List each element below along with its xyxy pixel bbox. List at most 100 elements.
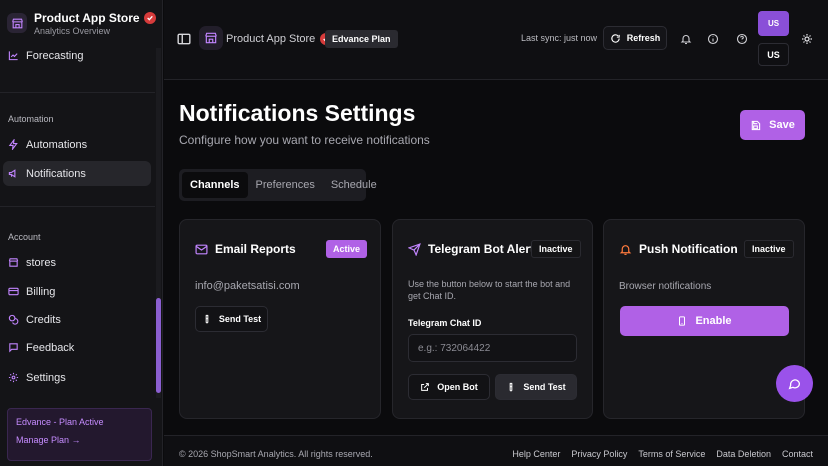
main-content: Notifications Settings Configure how you…	[164, 81, 828, 466]
chat-id-input[interactable]: e.g.: 732064422	[408, 334, 577, 362]
plan-status-box: Edvance - Plan Active Manage Plan →	[7, 408, 152, 461]
sidebar-item-label: Settings	[26, 371, 66, 384]
footer-link-privacy-policy[interactable]: Privacy Policy	[571, 449, 627, 459]
store-icon	[8, 257, 19, 268]
refresh-button[interactable]: Refresh	[603, 26, 667, 50]
sidebar-item-stores[interactable]: stores	[3, 250, 151, 275]
refresh-icon	[610, 33, 621, 44]
sidebar-item-label: Notifications	[26, 167, 86, 180]
card-header: Push Notification	[619, 242, 738, 256]
page-subtitle: Configure how you want to receive notifi…	[179, 133, 430, 147]
chat-support-button[interactable]	[776, 365, 813, 402]
status-badge: Inactive	[744, 240, 794, 258]
sidebar-scrollbar[interactable]	[156, 48, 161, 398]
sidebar-divider	[0, 92, 155, 93]
sidebar-item-label: stores	[26, 256, 56, 269]
footer-link-data-deletion[interactable]: Data Deletion	[716, 449, 771, 459]
push-notification-card: Push Notification Inactive Browser notif…	[603, 219, 805, 419]
copyright-text: © 2026 ShopSmart Analytics. All rights r…	[179, 449, 373, 459]
info-icon[interactable]	[706, 32, 719, 45]
sidebar-brand[interactable]: Product App Store Analytics Overview	[0, 0, 163, 46]
gear-icon	[8, 372, 19, 383]
credit-card-icon	[8, 286, 19, 297]
telegram-send-test-button[interactable]: Send Test	[495, 374, 577, 400]
open-bot-button[interactable]: Open Bot	[408, 374, 490, 400]
sidebar-item-settings[interactable]: Settings	[3, 365, 151, 390]
last-sync-status: Last sync: just now	[521, 33, 598, 43]
sidebar-divider	[0, 206, 155, 207]
card-title: Email Reports	[215, 242, 296, 256]
telegram-alerts-card: Telegram Bot Alerts Inactive Use the but…	[392, 219, 593, 419]
section-label-account: Account	[8, 232, 41, 242]
brand-name: Product App Store	[34, 10, 140, 25]
app-root: Product App Store Analytics Overview For…	[0, 0, 828, 466]
sidebar-item-forecasting[interactable]: Forecasting	[3, 43, 151, 68]
sidebar-toggle-icon[interactable]	[177, 33, 191, 45]
telegram-description: Use the button below to start the bot an…	[408, 279, 571, 301]
section-label-automation: Automation	[8, 114, 54, 124]
verified-icon	[143, 11, 156, 24]
send-icon	[408, 242, 421, 256]
tab-schedule[interactable]: Schedule	[323, 172, 385, 198]
sun-icon[interactable]	[800, 32, 813, 45]
test-tube-icon	[202, 314, 212, 325]
language-selector[interactable]: US	[758, 43, 789, 66]
send-test-label: Send Test	[523, 382, 566, 392]
lightning-icon	[8, 139, 19, 150]
sidebar-item-label: Billing	[26, 285, 56, 298]
bell-icon[interactable]	[679, 32, 692, 45]
sidebar: Product App Store Analytics Overview For…	[0, 0, 163, 466]
send-test-label: Send Test	[218, 314, 262, 324]
sidebar-item-label: Automations	[26, 138, 88, 151]
plan-badge: Edvance Plan	[325, 30, 398, 48]
help-icon[interactable]	[735, 32, 748, 45]
mail-icon	[195, 243, 208, 256]
chat-bubble-icon	[788, 377, 801, 390]
email-send-test-button[interactable]: Send Test	[195, 306, 268, 332]
sidebar-item-notifications[interactable]: Notifications	[3, 161, 151, 186]
megaphone-icon	[8, 168, 19, 179]
footer-links: Help Center Privacy Policy Terms of Serv…	[512, 449, 813, 459]
open-bot-label: Open Bot	[437, 382, 478, 392]
tab-preferences[interactable]: Preferences	[248, 172, 323, 198]
topbar: Product App Store Edvance Plan Last sync…	[164, 0, 828, 80]
message-square-icon	[8, 342, 19, 353]
sidebar-item-automations[interactable]: Automations	[3, 132, 151, 157]
smartphone-icon	[677, 315, 687, 327]
enable-label: Enable	[695, 315, 732, 327]
footer-link-terms[interactable]: Terms of Service	[638, 449, 705, 459]
external-link-icon	[420, 382, 430, 392]
refresh-label: Refresh	[626, 33, 661, 43]
sidebar-item-label: Credits	[26, 313, 61, 326]
trend-chart-icon	[8, 50, 19, 61]
footer: © 2026 ShopSmart Analytics. All rights r…	[164, 435, 828, 466]
tab-channels[interactable]: Channels	[182, 172, 248, 198]
brand-subtitle: Analytics Overview	[34, 25, 111, 36]
coins-icon	[8, 314, 19, 325]
push-description: Browser notifications	[619, 281, 712, 292]
card-title: Telegram Bot Alerts	[428, 242, 541, 256]
test-tube-icon	[506, 382, 516, 393]
card-title: Push Notification	[639, 242, 738, 256]
sidebar-item-billing[interactable]: Billing	[3, 279, 151, 304]
status-badge: Inactive	[531, 240, 581, 258]
sidebar-item-credits[interactable]: Credits	[3, 307, 151, 332]
sidebar-item-feedback[interactable]: Feedback	[3, 335, 151, 360]
store-icon	[7, 13, 27, 33]
user-avatar[interactable]: US	[758, 11, 789, 36]
sidebar-item-label: Feedback	[26, 341, 75, 354]
enable-push-button[interactable]: Enable	[620, 306, 789, 336]
store-icon	[199, 26, 223, 50]
manage-plan-link[interactable]: Manage Plan →	[16, 435, 143, 445]
card-header: Email Reports	[195, 242, 296, 256]
sidebar-scroll-thumb[interactable]	[156, 298, 161, 393]
save-button[interactable]: Save	[740, 110, 805, 140]
footer-link-help-center[interactable]: Help Center	[512, 449, 560, 459]
footer-link-contact[interactable]: Contact	[782, 449, 813, 459]
save-label: Save	[769, 119, 795, 131]
topbar-store-title: Product App Store	[226, 33, 333, 45]
chat-id-label: Telegram Chat ID	[408, 318, 482, 328]
page-title: Notifications Settings	[179, 100, 416, 126]
brand-name-row: Product App Store	[34, 11, 156, 25]
email-reports-card: Email Reports Active info@paketsatisi.co…	[179, 219, 381, 419]
